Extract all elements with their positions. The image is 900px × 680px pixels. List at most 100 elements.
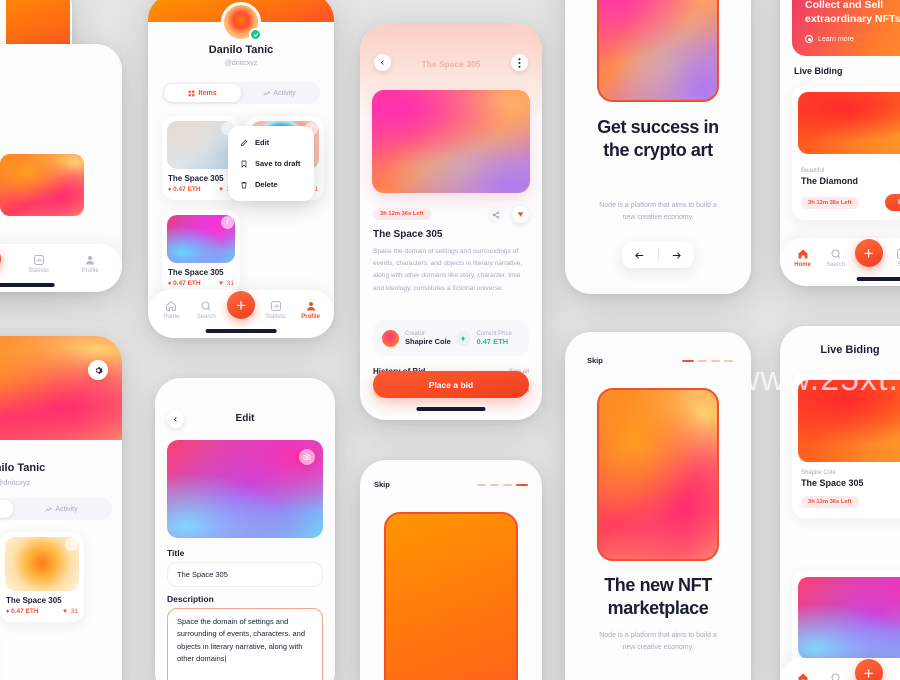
nav-home[interactable]: Home <box>155 300 188 320</box>
tab-items[interactable]: ns <box>0 500 13 518</box>
prev-button[interactable] <box>622 250 658 261</box>
skip-button[interactable]: Skip <box>374 480 390 489</box>
skip-button[interactable]: Skip <box>587 356 603 365</box>
person-icon <box>305 300 317 312</box>
page-dot[interactable] <box>490 484 499 486</box>
nav-search[interactable]: Search <box>819 248 852 268</box>
plus-icon[interactable]: + <box>854 239 883 267</box>
like-button[interactable]: ♥ <box>512 206 529 223</box>
nft-title: The Space 305 <box>168 268 224 277</box>
tab-activity-label: Activity <box>273 89 296 97</box>
nav-add[interactable]: + <box>852 659 885 680</box>
description-input[interactable]: Space the domain of settings and surroun… <box>167 608 323 680</box>
plus-icon[interactable]: + <box>226 291 255 319</box>
nft-art <box>372 90 530 193</box>
home-indicator <box>0 283 55 287</box>
nft-card[interactable]: i The Space 305 ♦ 0.47 ETH ♥ 31 <box>162 210 240 294</box>
live-biding-screen: Live Biding Shapire Cole The Space 305 3… <box>780 326 900 680</box>
profile-tabs: ns Activity <box>0 498 112 520</box>
tab-activity[interactable]: Activity <box>13 500 110 518</box>
share-icon <box>492 210 500 219</box>
page-dot[interactable] <box>477 484 486 486</box>
gear-icon <box>94 366 103 375</box>
plus-icon[interactable]: + <box>854 659 883 680</box>
learn-more-button[interactable]: Learn more <box>805 35 900 44</box>
nav-profile[interactable]: Profile <box>71 254 110 274</box>
price-label: Current Price <box>476 330 512 337</box>
onboarding-title: The new NFT marketplace <box>604 575 712 619</box>
edit-screen: Edit Title The Space 305 Description Spa… <box>155 378 335 680</box>
nav-add[interactable]: + <box>224 291 257 319</box>
settings-button[interactable] <box>88 360 108 380</box>
plus-icon[interactable]: + <box>0 245 2 273</box>
nft-art-preview <box>167 440 323 538</box>
nft-card[interactable]: i The Space 305 ♦ 0.47 ETH ♥ 31 <box>0 532 84 622</box>
page-dot[interactable] <box>503 484 512 486</box>
share-button[interactable] <box>487 206 504 223</box>
home-icon <box>165 300 177 312</box>
nft-price: ♦ 0.47 ETH <box>6 608 39 615</box>
search-icon <box>830 672 842 680</box>
edit-art-button[interactable] <box>299 449 315 465</box>
profile-handle: @dnitcxyz <box>224 60 258 67</box>
section-title: Live Biding <box>794 66 843 76</box>
nav-statistic[interactable]: Statistic <box>19 254 58 274</box>
profile-screen-partial-top: ch + Statistic Profile <box>0 44 122 292</box>
nft-likes: ♥ 31 <box>63 608 78 615</box>
profile-handle: @dnitcxyz <box>0 478 31 487</box>
nav-profile[interactable]: Profile <box>294 300 327 320</box>
nft-card[interactable]: Shapire Cole The Space 305 3h 12m 36s Le… <box>792 374 900 518</box>
tab-items[interactable]: Items <box>164 84 241 102</box>
page-dot[interactable] <box>724 360 733 362</box>
onboarding-screen-1: Get success in the crypto art Node is a … <box>565 0 751 294</box>
next-button[interactable] <box>659 250 695 261</box>
onboarding-art <box>597 0 719 102</box>
profile-screen: Danilo Tanic @dnitcxyz Items Activity i <box>148 0 334 338</box>
info-icon[interactable]: i <box>221 216 234 229</box>
info-icon[interactable]: i <box>65 538 78 551</box>
title-input[interactable]: The Space 305 <box>167 562 323 587</box>
page-dot[interactable] <box>516 484 528 486</box>
page-dot[interactable] <box>698 360 707 362</box>
nav-label: Home <box>163 314 180 320</box>
more-button[interactable] <box>511 54 528 71</box>
nft-art <box>0 154 84 216</box>
nft-description: Space the domain of settings and surroun… <box>373 248 523 292</box>
page-dot[interactable] <box>682 360 694 362</box>
creator-price-panel: Creator Shapire Cole ♦ Current Price 0.4… <box>373 320 529 356</box>
home-indicator <box>856 277 900 281</box>
nav-search[interactable] <box>819 672 852 680</box>
nft-art <box>798 92 900 154</box>
nav-home[interactable]: Home <box>786 248 819 268</box>
creator-avatar <box>382 329 399 347</box>
featured-nft-card[interactable]: ♥ Beautiful The Diamond ♦ 0.47 ETH 3h 12… <box>792 86 900 220</box>
description-label: Description <box>167 594 214 604</box>
menu-item-save-to-draft[interactable]: Save to draft <box>228 153 314 174</box>
menu-item-delete[interactable]: Delete <box>228 174 314 195</box>
page-indicator <box>682 360 733 362</box>
page-title: Edit <box>235 413 255 424</box>
nav-add[interactable]: + <box>852 239 885 267</box>
nav-statistic[interactable]: Sta <box>885 248 900 268</box>
nav-add[interactable]: + <box>0 245 7 273</box>
profile-name: Danilo Tanic <box>0 462 46 474</box>
promo-banner[interactable]: Collect and Sell extraordinary NFTs Lear… <box>792 0 900 56</box>
price-value: 0.47 ETH <box>476 336 509 346</box>
page-dot[interactable] <box>711 360 720 362</box>
menu-item-edit[interactable]: Edit <box>228 132 314 153</box>
banner-line-2: extraordinary NFTs <box>805 12 900 25</box>
nav-search[interactable]: Search <box>190 300 223 320</box>
auction-timer-badge: 3h 12m 36s Left <box>801 196 859 209</box>
nav-home[interactable] <box>786 672 819 680</box>
home-indicator <box>416 407 486 411</box>
nav-statistic[interactable]: Statistic <box>259 300 292 320</box>
onboarding-subtitle: Node is a platform that aims to build a … <box>599 202 717 222</box>
nav-label: Profile <box>81 268 99 274</box>
heart-icon: ♥ <box>517 209 524 219</box>
place-bid-button[interactable]: Place a bid <box>885 194 900 211</box>
place-bid-button[interactable]: Place a bid <box>373 371 529 398</box>
nft-likes: ♥ 31 <box>219 280 234 287</box>
nav-label: Search <box>826 262 846 268</box>
nft-creator: Beautiful <box>801 168 825 174</box>
tab-activity[interactable]: Activity <box>241 84 318 102</box>
